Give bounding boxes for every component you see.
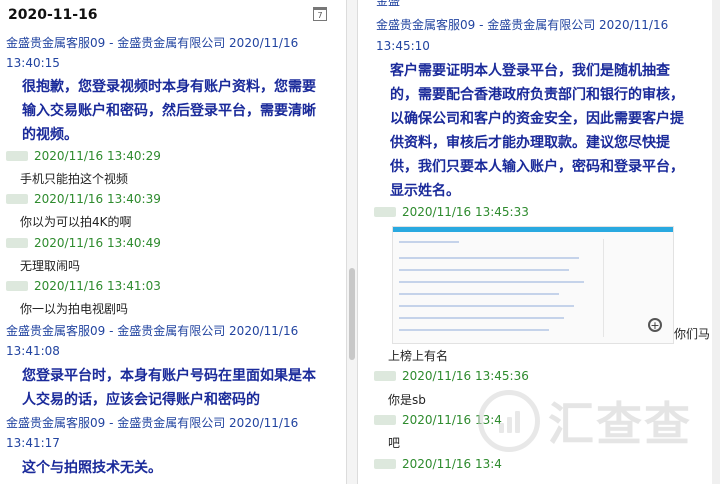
avatar (6, 281, 28, 291)
message-time: 13:41:08 (6, 344, 60, 358)
message-text: 的视频。 (22, 127, 78, 143)
image-row (399, 281, 584, 283)
message-time: 2020/11/16 13:40:39 (34, 192, 161, 206)
image-caption: 你们马 (674, 327, 711, 341)
user-message-header: 2020/11/16 13:40:49 (6, 236, 161, 250)
user-message-header: 2020/11/16 13:45:36 (374, 369, 529, 383)
user-message-header: 2020/11/16 13:4 (374, 457, 502, 471)
user-message-header: 2020/11/16 13:40:29 (6, 149, 161, 163)
avatar (374, 459, 396, 469)
message-sender: 金盛贵金属客服09 - 金盛贵金属有限公司 2020/11/16 (376, 18, 669, 32)
image-row (399, 269, 569, 271)
message-text: 供，我们只要本人输入账户，密码和登录平台， (390, 159, 684, 175)
calendar-icon[interactable]: 7 (313, 7, 327, 21)
message-time: 2020/11/16 13:40:49 (34, 236, 161, 250)
message-time: 2020/11/16 13:41:03 (34, 279, 161, 293)
watermark-logo-icon (478, 390, 540, 452)
scrollbar-thumb[interactable] (349, 268, 355, 360)
chat-pane-left: 2020-11-16 7 金盛贵金属客服09 - 金盛贵金属有限公司 2020/… (0, 0, 346, 484)
message-text: 的，需要配合香港政府负责部门和银行的审核， (390, 87, 684, 103)
message-sender: 金盛贵金属客服09 - 金盛贵金属有限公司 2020/11/16 (6, 324, 299, 338)
image-row (399, 241, 459, 243)
message-text: 很抱歉，您登录视频时本身有账户资料，您需要 (22, 79, 316, 95)
message-text: 你一以为拍电视剧吗 (20, 302, 129, 316)
message-text: 输入交易账户和密码，然后登录平台，需要清晰 (22, 103, 316, 119)
watermark: 汇查查 (478, 388, 692, 454)
message-time: 2020/11/16 13:40:29 (34, 149, 161, 163)
image-attachment[interactable] (392, 226, 674, 344)
message-time: 2020/11/16 13:45:36 (402, 369, 529, 383)
image-row (399, 317, 564, 319)
avatar (374, 207, 396, 217)
image-header-bar (393, 227, 673, 232)
image-row (399, 305, 574, 307)
image-row (399, 329, 549, 331)
user-message-header: 2020/11/16 13:41:03 (6, 279, 161, 293)
message-text: 手机只能拍这个视频 (20, 172, 129, 186)
message-text: 以确保公司和客户的资金安全，因此需要客户提 (390, 111, 684, 127)
cut-text: 金盛 (376, 0, 401, 8)
message-time: 2020/11/16 13:45:33 (402, 205, 529, 219)
message-text: 客户需要证明本人登录平台，我们是随机抽查 (390, 63, 670, 79)
message-text: 您登录平台时，本身有账户号码在里面如果是本 (22, 368, 316, 384)
right-scrollbar-track[interactable] (712, 0, 720, 484)
message-time: 13:41:17 (6, 436, 60, 450)
avatar (6, 238, 28, 248)
user-message-header: 2020/11/16 13:40:39 (6, 192, 161, 206)
image-row (399, 293, 559, 295)
message-text: 人交易的话，应该会记得账户和密码的 (22, 392, 260, 408)
avatar (374, 415, 396, 425)
message-time: 13:40:15 (6, 56, 60, 70)
message-text: 上榜上有名 (388, 349, 449, 363)
avatar (6, 194, 28, 204)
message-time: 13:45:10 (376, 39, 430, 53)
message-sender: 金盛贵金属客服09 - 金盛贵金属有限公司 2020/11/16 (6, 416, 299, 430)
avatar (374, 371, 396, 381)
message-sender: 金盛贵金属客服09 - 金盛贵金属有限公司 2020/11/16 (6, 36, 299, 50)
avatar (6, 151, 28, 161)
message-text: 无理取闹吗 (20, 259, 81, 273)
message-text: 供资料，审核后才能办理取款。建议您尽快提 (390, 135, 670, 151)
message-text: 这个与拍照技术无关。 (22, 460, 162, 476)
message-text: 你以为可以拍4K的啊 (20, 215, 132, 229)
pane-divider (346, 0, 358, 484)
date-header: 2020-11-16 (8, 7, 98, 23)
message-text: 你是sb (388, 393, 426, 407)
message-text: 吧 (388, 436, 401, 450)
image-row (399, 257, 579, 259)
zoom-in-icon[interactable]: + (648, 318, 662, 332)
message-time: 2020/11/16 13:4 (402, 457, 502, 471)
watermark-text: 汇查查 (548, 397, 692, 451)
message-text: 显示姓名。 (390, 183, 460, 199)
user-message-header: 2020/11/16 13:45:33 (374, 205, 529, 219)
